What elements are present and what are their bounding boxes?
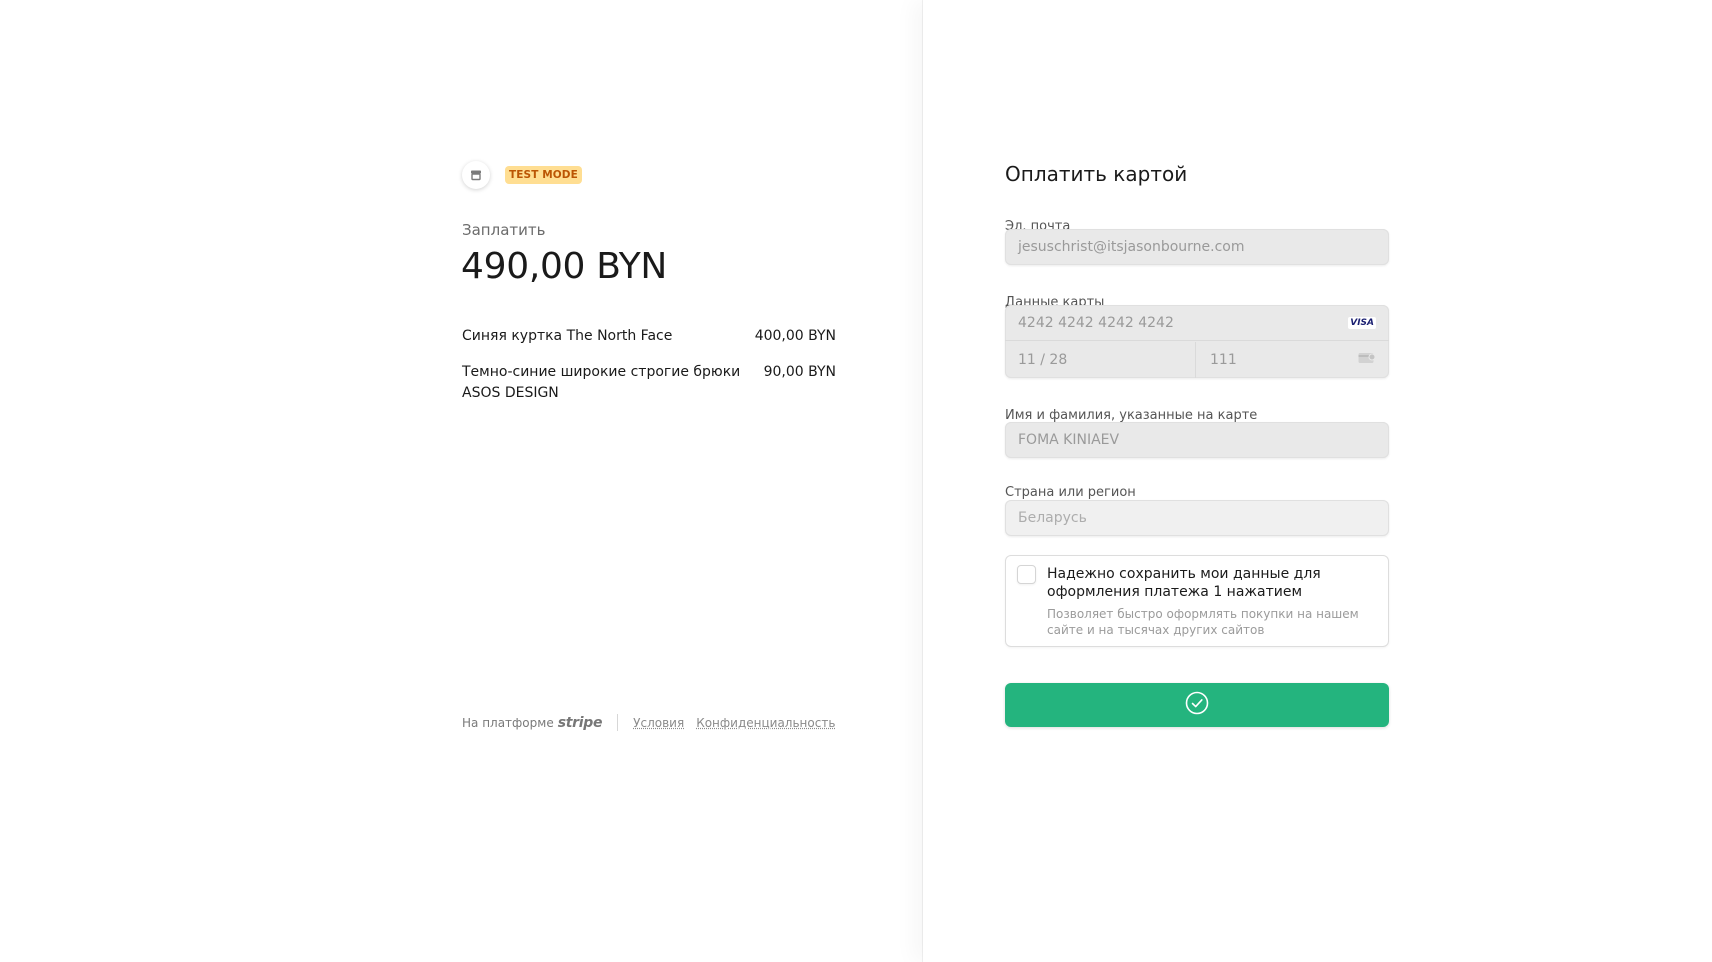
- cardholder-name-value: FOMA KINIAEV: [1018, 432, 1120, 448]
- line-item: Синяя куртка The North Face 400,00 BYN: [462, 326, 836, 347]
- total-amount: 490,00 BYN: [461, 246, 668, 287]
- email-field[interactable]: jesuschrist@itsjasonbourne.com: [1005, 229, 1389, 265]
- line-item-price: 400,00 BYN: [754, 328, 836, 344]
- privacy-link[interactable]: Конфиденциальность: [696, 716, 835, 730]
- save-info-box: Надежно сохранить мои данные для оформле…: [1005, 555, 1389, 647]
- merchant-header: TEST MODE: [462, 161, 582, 189]
- powered-by-label: На платформе: [462, 715, 554, 730]
- test-mode-badge: TEST MODE: [505, 166, 582, 184]
- save-info-checkbox[interactable]: [1017, 565, 1036, 584]
- line-item-name: Синяя куртка The North Face: [462, 328, 673, 344]
- country-select[interactable]: Беларусь: [1005, 500, 1389, 536]
- card-back-icon: [1358, 352, 1376, 368]
- card-details-group: 4242 4242 4242 4242 VISA 11 / 28 111: [1005, 305, 1389, 378]
- pay-button[interactable]: [1005, 683, 1389, 727]
- save-info-description: Позволяет быстро оформлять покупки на на…: [1047, 607, 1359, 637]
- card-expiry-field[interactable]: 11 / 28: [1005, 342, 1196, 378]
- card-number-value: 4242 4242 4242 4242: [1018, 314, 1174, 331]
- card-expiry-value: 11 / 28: [1018, 352, 1068, 368]
- country-value: Беларусь: [1018, 510, 1087, 526]
- line-item: Темно-синие широкие строгие брюки ASOS D…: [462, 362, 836, 404]
- stripe-logo[interactable]: stripe: [558, 715, 603, 731]
- footer-divider: [617, 714, 619, 731]
- cardholder-name-field[interactable]: FOMA KINIAEV: [1005, 422, 1389, 458]
- country-label: Страна или регион: [1005, 485, 1136, 500]
- payment-form-pane: [923, 0, 1712, 962]
- visa-icon: VISA: [1348, 316, 1376, 329]
- card-number-field[interactable]: 4242 4242 4242 4242 VISA: [1005, 305, 1389, 341]
- check-circle-icon: [1185, 691, 1209, 719]
- email-value: jesuschrist@itsjasonbourne.com: [1018, 239, 1245, 255]
- store-icon[interactable]: [462, 161, 490, 189]
- form-title: Оплатить картой: [1005, 162, 1188, 186]
- line-item-name: Темно-синие широкие строгие брюки ASOS D…: [462, 364, 741, 401]
- card-cvc-value: 111: [1210, 352, 1237, 368]
- pay-label: Заплатить: [462, 221, 546, 239]
- save-info-title: Надежно сохранить мои данные для оформле…: [1047, 566, 1321, 600]
- card-cvc-field[interactable]: 111: [1197, 342, 1389, 378]
- line-item-price: 90,00 BYN: [763, 364, 836, 380]
- order-summary-pane: [0, 0, 923, 962]
- cardholder-name-label: Имя и фамилия, указанные на карте: [1005, 408, 1258, 423]
- footer: На платформе stripe Условия Конфиденциал…: [462, 714, 847, 731]
- terms-link[interactable]: Условия: [633, 716, 684, 730]
